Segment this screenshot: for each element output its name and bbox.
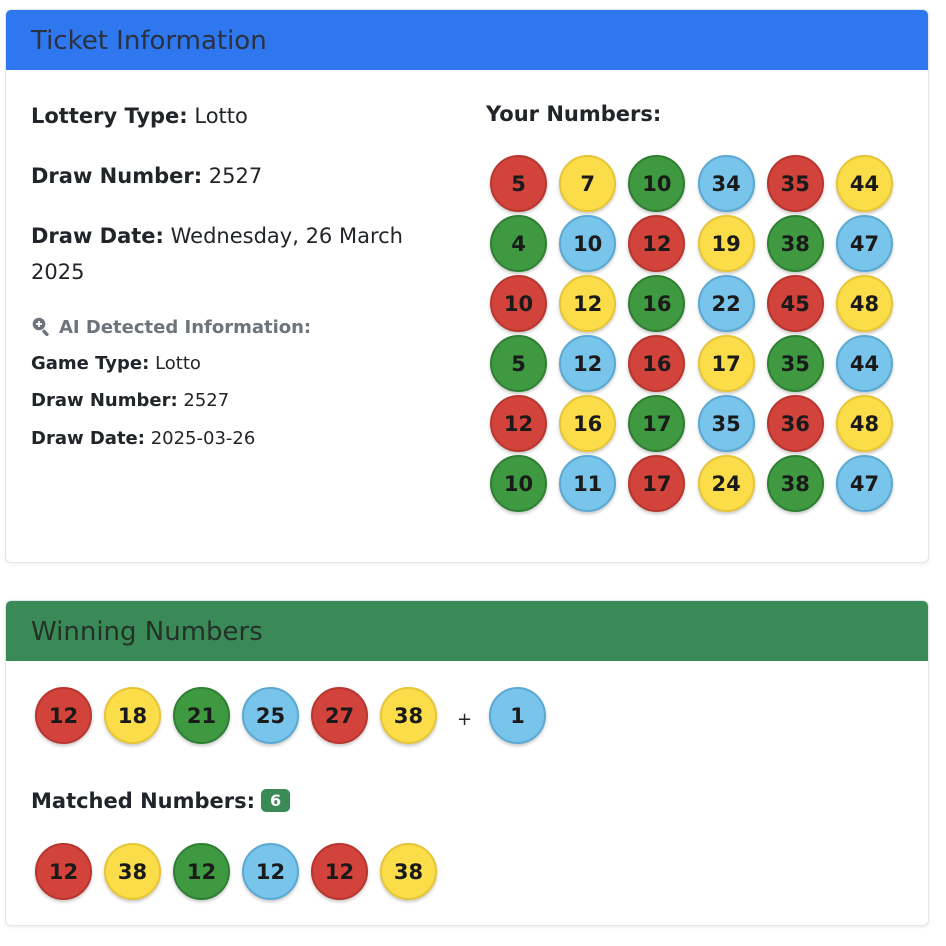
ticket-number-ball: 34 xyxy=(697,155,755,212)
ai-detected-title-text: AI Detected Information: xyxy=(59,317,312,338)
ticket-number-ball: 36 xyxy=(766,395,824,452)
ticket-number-ball: 47 xyxy=(836,215,893,272)
ticket-number-ball: 10 xyxy=(490,455,547,512)
ticket-number-ball: 17 xyxy=(628,455,686,512)
ticket-number-ball: 47 xyxy=(836,455,893,512)
matched-number-ball: 12 xyxy=(35,843,92,900)
ticket-number-ball: 16 xyxy=(559,395,617,452)
ticket-number-ball: 16 xyxy=(628,335,686,392)
matched-number-ball: 12 xyxy=(173,843,230,900)
ai-detected-title: AI Detected Information: xyxy=(31,316,311,338)
ticket-number-ball: 5 xyxy=(490,155,547,212)
ticket-number-ball: 10 xyxy=(490,275,547,332)
search-plus-icon xyxy=(31,317,59,338)
ai-draw-number-value: 2527 xyxy=(183,390,230,411)
winning-card-header: Winning Numbers xyxy=(6,601,928,661)
ticket-number-ball: 10 xyxy=(559,215,617,272)
ticket-number-ball: 24 xyxy=(697,455,755,512)
ticket-number-ball: 48 xyxy=(836,395,893,452)
ticket-number-ball: 45 xyxy=(766,275,824,332)
ticket-number-ball: 17 xyxy=(628,395,686,452)
ticket-card: Ticket Information Lottery Type: Lotto D… xyxy=(5,9,929,563)
ticket-number-ball: 11 xyxy=(559,455,617,512)
ticket-number-ball: 44 xyxy=(836,155,893,212)
lottery-type-value: Lotto xyxy=(194,104,248,128)
ticket-number-ball: 16 xyxy=(628,275,686,332)
winning-number-ball: 12 xyxy=(35,687,92,744)
ticket-card-header: Ticket Information xyxy=(6,10,928,70)
ticket-number-ball: 22 xyxy=(697,275,755,332)
ticket-number-ball: 35 xyxy=(766,155,824,212)
ai-draw-number-row: Draw Number: 2527 xyxy=(31,390,229,411)
ticket-number-ball: 44 xyxy=(836,335,893,392)
matched-number-ball: 12 xyxy=(311,843,368,900)
ticket-number-ball: 19 xyxy=(697,215,755,272)
winning-number-ball: 18 xyxy=(104,687,161,744)
draw-number-row: Draw Number: 2527 xyxy=(31,158,421,194)
ticket-number-ball: 4 xyxy=(490,215,547,272)
matched-count-badge: 6 xyxy=(261,789,291,812)
ai-draw-date-label: Draw Date: xyxy=(31,428,145,449)
ticket-number-ball: 35 xyxy=(766,335,824,392)
winning-number-ball: 25 xyxy=(242,687,299,744)
matched-number-ball: 38 xyxy=(104,843,161,900)
ticket-number-ball: 12 xyxy=(628,215,686,272)
ticket-number-ball: 17 xyxy=(697,335,755,392)
matched-numbers-title: Matched Numbers: 6 xyxy=(31,789,291,813)
ai-game-type-row: Game Type: Lotto xyxy=(31,353,201,374)
winning-number-ball: 38 xyxy=(380,687,437,744)
ai-draw-date-row: Draw Date: 2025-03-26 xyxy=(31,428,255,449)
matched-number-ball: 12 xyxy=(242,843,299,900)
your-numbers-title: Your Numbers: xyxy=(486,102,662,126)
winning-number-ball: 21 xyxy=(173,687,230,744)
lottery-type-row: Lottery Type: Lotto xyxy=(31,98,421,134)
ticket-number-ball: 38 xyxy=(766,215,824,272)
draw-number-label: Draw Number: xyxy=(31,164,203,188)
draw-date-row: Draw Date: Wednesday, 26 March 2025 xyxy=(31,218,421,290)
ticket-number-ball: 12 xyxy=(490,395,547,452)
ticket-number-ball: 7 xyxy=(559,155,617,212)
ticket-number-ball: 38 xyxy=(766,455,824,512)
ai-draw-number-label: Draw Number: xyxy=(31,390,178,411)
winning-card: Winning Numbers 12 18 21 25 27 38 + 1 Matched… xyxy=(5,600,929,926)
matched-numbers-label: Matched Numbers: xyxy=(31,789,256,813)
draw-date-label: Draw Date: xyxy=(31,224,164,248)
ai-draw-date-value: 2025-03-26 xyxy=(150,428,256,449)
matched-number-ball: 38 xyxy=(380,843,437,900)
ticket-number-ball: 10 xyxy=(628,155,686,212)
bonus-number-ball: 1 xyxy=(489,687,546,744)
ticket-number-ball: 12 xyxy=(559,275,617,332)
ticket-number-ball: 12 xyxy=(559,335,617,392)
draw-number-value: 2527 xyxy=(208,164,263,188)
lottery-type-label: Lottery Type: xyxy=(31,104,188,128)
winning-number-ball: 27 xyxy=(311,687,368,744)
ticket-number-ball: 48 xyxy=(836,275,893,332)
ai-game-type-value: Lotto xyxy=(155,353,201,374)
ticket-number-ball: 35 xyxy=(697,395,755,452)
ticket-number-ball: 5 xyxy=(490,335,547,392)
bonus-plus-sign: + xyxy=(457,709,473,730)
ai-game-type-label: Game Type: xyxy=(31,353,150,374)
